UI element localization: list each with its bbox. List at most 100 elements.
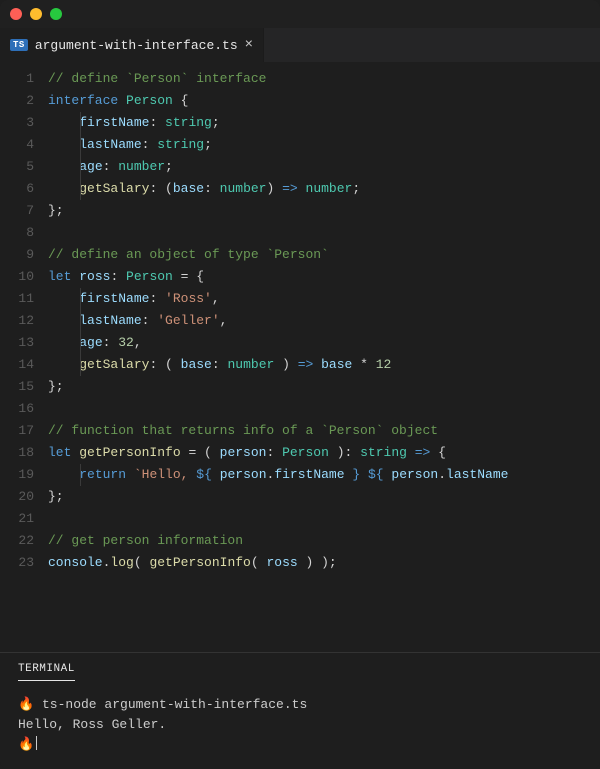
token: 'Ross' <box>165 291 212 306</box>
window-minimize-icon[interactable] <box>30 8 42 20</box>
token: ${ <box>196 467 212 482</box>
code-line[interactable] <box>48 508 600 530</box>
code-line[interactable]: let getPersonInfo = ( person: Person ): … <box>48 442 600 464</box>
code-line[interactable]: return `Hello, ${ person.firstName } ${ … <box>48 464 600 486</box>
token: ; <box>352 181 360 196</box>
code-line[interactable]: getSalary: ( base: number ) => base * 12 <box>48 354 600 376</box>
code-area[interactable]: // define `Person` interfaceinterface Pe… <box>48 68 600 652</box>
token: : <box>142 137 158 152</box>
line-number: 18 <box>0 442 34 464</box>
code-line[interactable]: console.log( getPersonInfo( ross ) ); <box>48 552 600 574</box>
token: Person <box>282 445 329 460</box>
token: // function that returns info of a `Pers… <box>48 423 438 438</box>
token: getPersonInfo <box>149 555 250 570</box>
line-number: 1 <box>0 68 34 90</box>
code-line[interactable]: getSalary: (base: number) => number; <box>48 178 600 200</box>
indent-guide <box>80 464 81 486</box>
token: . <box>438 467 446 482</box>
token: : <box>110 269 126 284</box>
token: string <box>360 445 407 460</box>
code-line[interactable]: // function that returns info of a `Pers… <box>48 420 600 442</box>
token: : <box>204 181 220 196</box>
code-line[interactable]: let ross: Person = { <box>48 266 600 288</box>
token: ross <box>266 555 297 570</box>
line-number: 12 <box>0 310 34 332</box>
token: interface <box>48 93 126 108</box>
token: lastName <box>79 313 141 328</box>
token: , <box>212 291 220 306</box>
line-number: 20 <box>0 486 34 508</box>
code-line[interactable]: firstName: 'Ross', <box>48 288 600 310</box>
terminal-tab[interactable]: TERMINAL <box>18 663 75 681</box>
token: }; <box>48 489 64 504</box>
code-line[interactable] <box>48 222 600 244</box>
token: : <box>142 313 158 328</box>
indent-guide <box>80 288 81 310</box>
editor-window: TS argument-with-interface.ts × 12345678… <box>0 0 600 769</box>
code-line[interactable]: lastName: 'Geller', <box>48 310 600 332</box>
typescript-icon: TS <box>10 39 28 51</box>
token: getPersonInfo <box>79 445 180 460</box>
token: ross <box>79 269 110 284</box>
token: lastName <box>446 467 508 482</box>
token: 12 <box>376 357 392 372</box>
window-titlebar <box>0 0 600 28</box>
window-zoom-icon[interactable] <box>50 8 62 20</box>
window-close-icon[interactable] <box>10 8 22 20</box>
line-number: 11 <box>0 288 34 310</box>
token: : <box>149 291 165 306</box>
code-line[interactable]: age: number; <box>48 156 600 178</box>
code-line[interactable]: // define an object of type `Person` <box>48 244 600 266</box>
code-line[interactable]: }; <box>48 200 600 222</box>
token: ( <box>134 555 150 570</box>
token: ): <box>329 445 360 460</box>
token: number <box>220 181 267 196</box>
token: ${ <box>368 467 384 482</box>
terminal-line: Hello, Ross Geller. <box>18 715 582 735</box>
terminal-output[interactable]: 🔥 ts-node argument-with-interface.ts Hel… <box>18 695 582 755</box>
code-line[interactable]: lastName: string; <box>48 134 600 156</box>
indent-guide <box>80 332 81 354</box>
token: base <box>321 357 352 372</box>
token: : <box>103 335 119 350</box>
file-tab[interactable]: TS argument-with-interface.ts × <box>0 28 264 62</box>
token: = { <box>173 269 204 284</box>
tab-bar: TS argument-with-interface.ts × <box>0 28 600 62</box>
token <box>360 467 368 482</box>
line-number: 2 <box>0 90 34 112</box>
line-number: 22 <box>0 530 34 552</box>
code-line[interactable]: }; <box>48 486 600 508</box>
token: age <box>79 335 102 350</box>
token: firstName <box>274 467 344 482</box>
code-line[interactable]: }; <box>48 376 600 398</box>
token: }; <box>48 379 64 394</box>
token: : ( <box>149 181 172 196</box>
code-line[interactable]: // get person information <box>48 530 600 552</box>
token: `Hello, <box>134 467 196 482</box>
line-number: 17 <box>0 420 34 442</box>
code-line[interactable]: age: 32, <box>48 332 600 354</box>
prompt-icon: 🔥 <box>18 737 34 752</box>
code-line[interactable]: interface Person { <box>48 90 600 112</box>
token: 'Geller' <box>157 313 219 328</box>
line-number: 13 <box>0 332 34 354</box>
indent-guide <box>80 112 81 134</box>
indent-guide <box>80 134 81 156</box>
code-line[interactable]: firstName: string; <box>48 112 600 134</box>
token: }; <box>48 203 64 218</box>
token: let <box>48 445 71 460</box>
close-icon[interactable]: × <box>245 38 253 52</box>
line-number: 3 <box>0 112 34 134</box>
terminal-cursor <box>36 736 37 750</box>
token: : <box>212 357 228 372</box>
token: ; <box>204 137 212 152</box>
code-line[interactable]: // define `Person` interface <box>48 68 600 90</box>
panel-tabs: TERMINAL <box>18 663 582 681</box>
code-editor[interactable]: 1234567891011121314151617181920212223 //… <box>0 62 600 652</box>
token <box>126 467 134 482</box>
token: } <box>352 467 360 482</box>
indent-guide <box>80 310 81 332</box>
line-number: 8 <box>0 222 34 244</box>
token: ; <box>212 115 220 130</box>
code-line[interactable] <box>48 398 600 420</box>
